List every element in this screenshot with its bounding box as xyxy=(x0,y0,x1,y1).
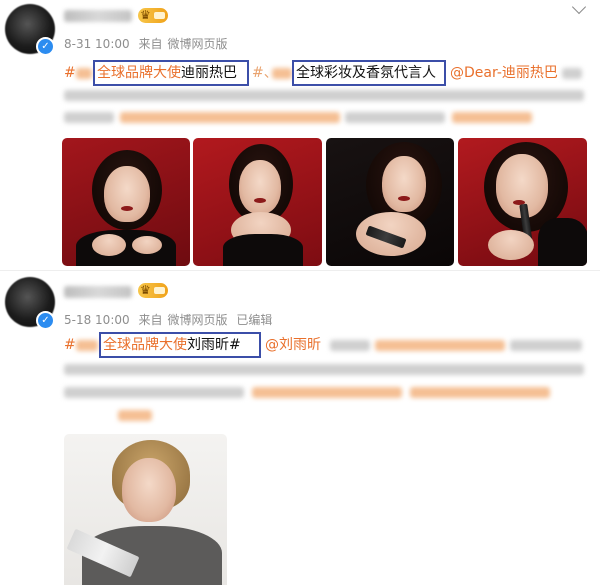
timestamp[interactable]: 8-31 10:00 xyxy=(64,37,130,51)
post-image[interactable] xyxy=(193,138,322,266)
blurred-text xyxy=(330,340,370,351)
post-meta: 5-18 10:00 来自 微博网页版 已编辑 xyxy=(64,311,277,328)
blurred-text xyxy=(510,340,582,351)
blurred-text xyxy=(452,112,532,123)
highlight-beauty-spokesperson[interactable]: 全球彩妆及香氛代言人 xyxy=(292,60,446,86)
highlight-name: 迪丽热巴 xyxy=(181,65,237,81)
edited-label[interactable]: 已编辑 xyxy=(236,313,272,327)
blurred-text xyxy=(64,90,584,101)
blurred-text xyxy=(64,387,244,398)
source-prefix: 来自 xyxy=(138,313,163,327)
blurred-text xyxy=(120,112,340,123)
blurred-text xyxy=(410,387,550,398)
mention-link[interactable]: @Dear-迪丽热巴 xyxy=(450,62,558,84)
blurred-text xyxy=(272,68,292,79)
source-client: 微博网页版 xyxy=(167,313,228,327)
username-blurred[interactable] xyxy=(64,10,132,22)
post-image[interactable] xyxy=(458,138,587,266)
blurred-text xyxy=(64,112,114,123)
hashtag-open: # xyxy=(64,337,76,353)
highlight-global-ambassador[interactable]: 全球品牌大使迪丽热巴 xyxy=(93,60,249,86)
highlight-global-ambassador[interactable]: 全球品牌大使刘雨昕# xyxy=(99,332,261,358)
username-blurred[interactable] xyxy=(64,286,132,298)
blurred-text xyxy=(76,340,98,351)
blurred-text xyxy=(64,364,584,375)
highlight-text: 全球彩妆及香氛代言人 xyxy=(296,65,436,81)
source-prefix: 来自 xyxy=(138,37,163,51)
highlight-name: 刘雨昕# xyxy=(187,337,241,353)
hashtag-open: # xyxy=(64,65,76,81)
post-meta: 8-31 10:00 来自 微博网页版 xyxy=(64,35,233,52)
verified-badge-icon: ✓ xyxy=(36,37,55,56)
member-crown-icon[interactable]: ♛ xyxy=(138,283,168,298)
post-image[interactable] xyxy=(64,434,227,585)
highlight-title: 全球品牌大使 xyxy=(103,337,187,353)
weibo-post-1: ✓ ♛ 8-31 10:00 来自 微博网页版 # 全球品牌大使迪丽热巴 #、 全… xyxy=(0,0,600,270)
verified-badge-icon: ✓ xyxy=(36,311,55,330)
weibo-post-2: ✓ ♛ 5-18 10:00 来自 微博网页版 已编辑 # 全球品牌大使刘雨昕# … xyxy=(0,271,600,585)
source-client: 微博网页版 xyxy=(167,37,228,51)
highlight-title: 全球品牌大使 xyxy=(97,65,181,81)
blurred-text xyxy=(345,112,445,123)
blurred-text xyxy=(76,68,92,79)
blurred-text xyxy=(118,410,152,421)
chevron-down-icon[interactable] xyxy=(571,0,587,15)
blurred-text xyxy=(562,68,582,79)
timestamp[interactable]: 5-18 10:00 xyxy=(64,313,130,327)
mention-link[interactable]: @刘雨昕 xyxy=(265,334,321,356)
member-crown-icon[interactable]: ♛ xyxy=(138,8,168,23)
blurred-text xyxy=(252,387,402,398)
blurred-text xyxy=(375,340,505,351)
post-image[interactable] xyxy=(326,138,454,266)
post-image[interactable] xyxy=(62,138,190,266)
